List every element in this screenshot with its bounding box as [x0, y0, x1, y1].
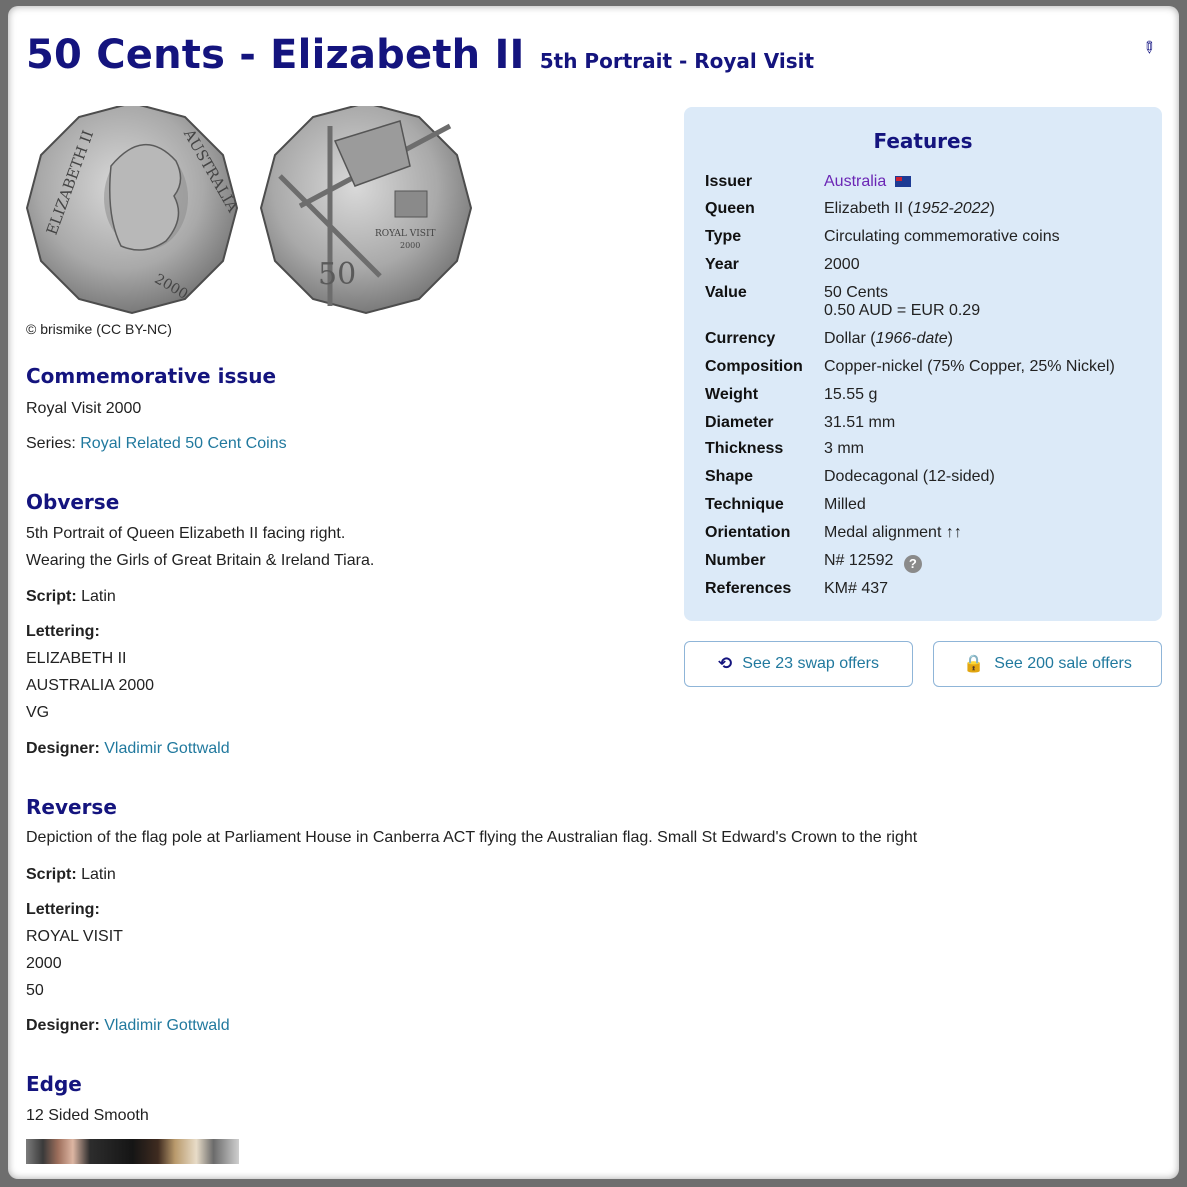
commemorative-name: Royal Visit 2000	[26, 400, 142, 417]
obverse-description-2: Wearing the Girls of Great Britain & Ire…	[26, 552, 375, 569]
obverse-script-label: Script:	[26, 588, 77, 605]
queen-link[interactable]: Elizabeth II (1952-2022)	[824, 200, 995, 218]
reverse-heading: Reverse	[26, 795, 117, 819]
series-label: Series:	[26, 435, 76, 452]
obverse-script-value: Latin	[81, 588, 116, 605]
reverse-coin-image[interactable]: ROYAL VISIT 2000 50	[259, 106, 473, 315]
coin-images[interactable]: ELIZABETH II AUSTRALIA 2000 ROYAL VISIT …	[26, 106, 476, 316]
commemorative-heading: Commemorative issue	[26, 364, 277, 388]
reverse-lettering-2: 2000	[26, 955, 62, 972]
features-heading: Features	[873, 129, 973, 153]
type-link[interactable]: Circulating commemorative coins	[824, 228, 1060, 246]
obverse-script: Script: Latin	[26, 588, 116, 606]
obverse-lettering-1: ELIZABETH II	[26, 650, 127, 667]
coin-subtitle: 5th Portrait - Royal Visit	[539, 49, 815, 73]
series-link[interactable]: Royal Related 50 Cent Coins	[80, 435, 286, 452]
coin-title: 50 Cents - Elizabeth II	[26, 32, 525, 78]
reverse-lettering-1: ROYAL VISIT	[26, 928, 123, 945]
reverse-legend: ROYAL VISIT	[375, 229, 436, 239]
reverse-denomination: 50	[318, 257, 356, 292]
reverse-designer-label: Designer:	[26, 1017, 100, 1034]
swap-icon: ⟲	[718, 654, 733, 673]
reverse-script: Script: Latin	[26, 866, 116, 884]
obverse-lettering-3: VG	[26, 704, 50, 721]
obverse-description-1: 5th Portrait of Queen Elizabeth II facin…	[26, 525, 346, 542]
reverse-description: Depiction of the flag pole at Parliament…	[26, 829, 918, 846]
shopping-bag-icon: 🔒	[963, 654, 985, 673]
obverse-designer: Designer: Vladimir Gottwald	[26, 740, 230, 758]
obverse-lettering-label: Lettering:	[26, 623, 100, 640]
edge-heading: Edge	[26, 1072, 82, 1096]
sale-offers-button[interactable]: 🔒 See 200 sale offers	[933, 641, 1162, 687]
edge-description: 12 Sided Smooth	[26, 1107, 149, 1124]
swap-offers-button[interactable]: ⟲ See 23 swap offers	[684, 641, 913, 687]
reverse-script-label: Script:	[26, 866, 77, 883]
obverse-heading: Obverse	[26, 490, 120, 514]
obverse-coin-image[interactable]: ELIZABETH II AUSTRALIA 2000	[26, 106, 242, 315]
reverse-year: 2000	[400, 241, 420, 250]
australia-flag-icon	[894, 176, 911, 187]
reverse-script-value: Latin	[81, 866, 116, 883]
issuer-link[interactable]: Australia	[824, 173, 886, 190]
swap-offers-label: See 23 swap offers	[742, 655, 879, 672]
obverse-designer-label: Designer:	[26, 740, 100, 757]
sale-offers-label: See 200 sale offers	[994, 655, 1132, 672]
reverse-designer-link[interactable]: Vladimir Gottwald	[104, 1017, 229, 1034]
obverse-designer-link[interactable]: Vladimir Gottwald	[104, 740, 229, 757]
features-panel: Features Issuer Australia Queen Elizabet…	[684, 107, 1162, 621]
edge-image[interactable]	[26, 1139, 239, 1164]
obverse-lettering-2: AUSTRALIA 2000	[26, 677, 155, 694]
edit-pencil-icon[interactable]: ✎	[1137, 36, 1165, 64]
page-frame: 50 Cents - Elizabeth II 5th Portrait - R…	[8, 6, 1179, 1179]
reverse-designer: Designer: Vladimir Gottwald	[26, 1017, 230, 1035]
image-copyright: © brismike (CC BY-NC)	[26, 321, 172, 337]
series-line: Series: Royal Related 50 Cent Coins	[26, 435, 287, 453]
technique-link[interactable]: Milled	[824, 496, 866, 514]
page-title: 50 Cents - Elizabeth II 5th Portrait - R…	[26, 32, 814, 78]
help-icon[interactable]: ?	[903, 555, 922, 573]
reverse-lettering-label: Lettering:	[26, 901, 100, 918]
reverse-lettering-3: 50	[26, 982, 44, 999]
